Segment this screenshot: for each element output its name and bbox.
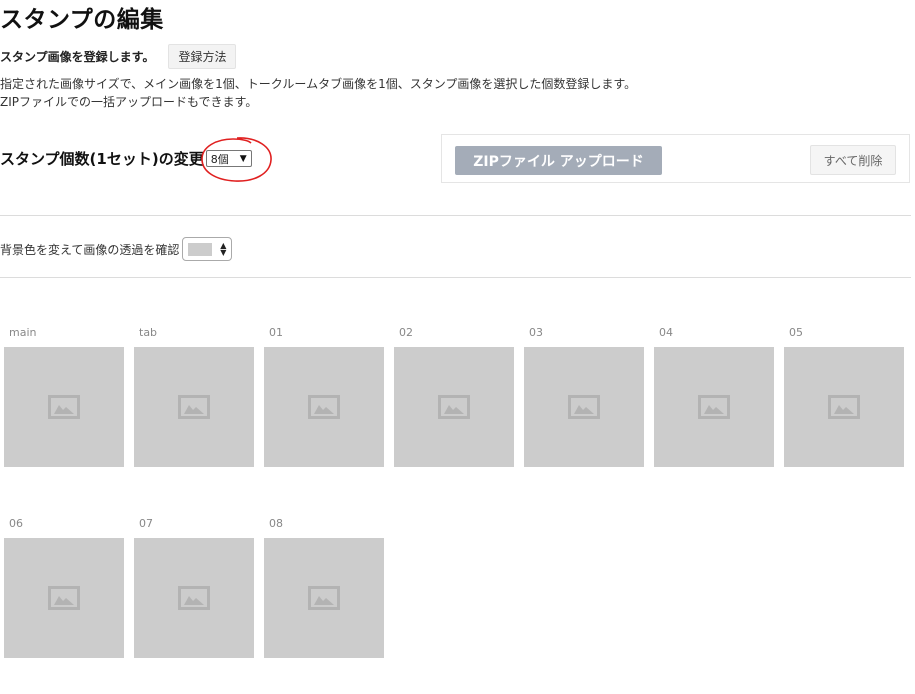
select-arrows-icon: ▲ ▼ — [220, 241, 227, 257]
background-color-select[interactable]: ▲ ▼ — [182, 237, 233, 261]
stamp-image-dropzone[interactable] — [134, 538, 254, 658]
stamp-slot-label: 07 — [139, 517, 153, 530]
background-label: 背景色を変えて画像の透過を確認 — [0, 242, 180, 257]
registration-guide-button[interactable]: 登録方法 — [168, 44, 237, 69]
zip-upload-button[interactable]: ZIPファイル アップロード — [455, 146, 662, 175]
stamp-slot-label: 05 — [789, 326, 803, 339]
image-placeholder-icon — [308, 586, 340, 610]
stamp-slot-label: 01 — [269, 326, 283, 339]
stamp-image-dropzone[interactable] — [524, 347, 644, 467]
intro-text: スタンプ画像を登録します。 — [0, 50, 155, 64]
stamp-slot: tab — [134, 326, 254, 467]
stamp-count-label: スタンプ個数(1セット)の変更 — [0, 150, 204, 168]
description: 指定された画像サイズで、メイン画像を1個、トークルームタブ画像を1個、スタンプ画… — [0, 75, 636, 111]
stamp-image-dropzone[interactable] — [134, 347, 254, 467]
intro-row: スタンプ画像を登録します。 登録方法 — [0, 44, 237, 69]
stamp-image-dropzone[interactable] — [394, 347, 514, 467]
image-placeholder-icon — [178, 586, 210, 610]
description-line-1: 指定された画像サイズで、メイン画像を1個、トークルームタブ画像を1個、スタンプ画… — [0, 77, 637, 91]
stamp-slot: 02 — [394, 326, 514, 467]
stamp-count-select[interactable]: 8個 ▼ — [205, 150, 252, 167]
stamp-slot: 05 — [784, 326, 904, 467]
page-title: スタンプの編集 — [0, 7, 164, 33]
stamp-image-dropzone[interactable] — [4, 538, 124, 658]
stamp-slot: 06 — [4, 517, 124, 658]
stamp-image-dropzone[interactable] — [264, 347, 384, 467]
stamp-image-dropzone[interactable] — [264, 538, 384, 658]
image-placeholder-icon — [48, 395, 80, 419]
image-placeholder-icon — [308, 395, 340, 419]
image-placeholder-icon — [178, 395, 210, 419]
stamp-slot: 03 — [524, 326, 644, 467]
image-placeholder-icon — [48, 586, 80, 610]
stamp-slot-label: 02 — [399, 326, 413, 339]
stamp-slot-label: 03 — [529, 326, 543, 339]
background-color-swatch — [188, 242, 213, 256]
dropdown-arrow-icon: ▼ — [239, 153, 247, 164]
stamp-count-value: 8個 — [210, 152, 229, 166]
stamp-slot: 08 — [264, 517, 384, 658]
stamp-slot: main — [4, 326, 124, 467]
divider — [0, 277, 911, 278]
image-placeholder-icon — [828, 395, 860, 419]
divider — [0, 215, 911, 216]
stamp-image-dropzone[interactable] — [784, 347, 904, 467]
image-placeholder-icon — [698, 395, 730, 419]
stamp-slot-label: 06 — [9, 517, 23, 530]
stamp-slot-label: 04 — [659, 326, 673, 339]
image-placeholder-icon — [568, 395, 600, 419]
stamp-slot-label: 08 — [269, 517, 283, 530]
delete-all-button[interactable]: すべて削除 — [810, 145, 896, 175]
stamp-slot-label: main — [9, 326, 37, 339]
background-row: 背景色を変えて画像の透過を確認 ▲ ▼ — [0, 237, 233, 261]
stamp-image-dropzone[interactable] — [4, 347, 124, 467]
image-placeholder-icon — [438, 395, 470, 419]
stamp-count-row: スタンプ個数(1セット)の変更 8個 ▼ — [0, 148, 252, 169]
stamp-slot: 04 — [654, 326, 774, 467]
upload-panel: ZIPファイル アップロード すべて削除 — [441, 134, 910, 183]
stamp-image-dropzone[interactable] — [654, 347, 774, 467]
stamp-slot-label: tab — [139, 326, 158, 339]
stamp-slot: 07 — [134, 517, 254, 658]
description-line-2: ZIPファイルでの一括アップロードもできます。 — [0, 95, 258, 109]
stamp-slot: 01 — [264, 326, 384, 467]
